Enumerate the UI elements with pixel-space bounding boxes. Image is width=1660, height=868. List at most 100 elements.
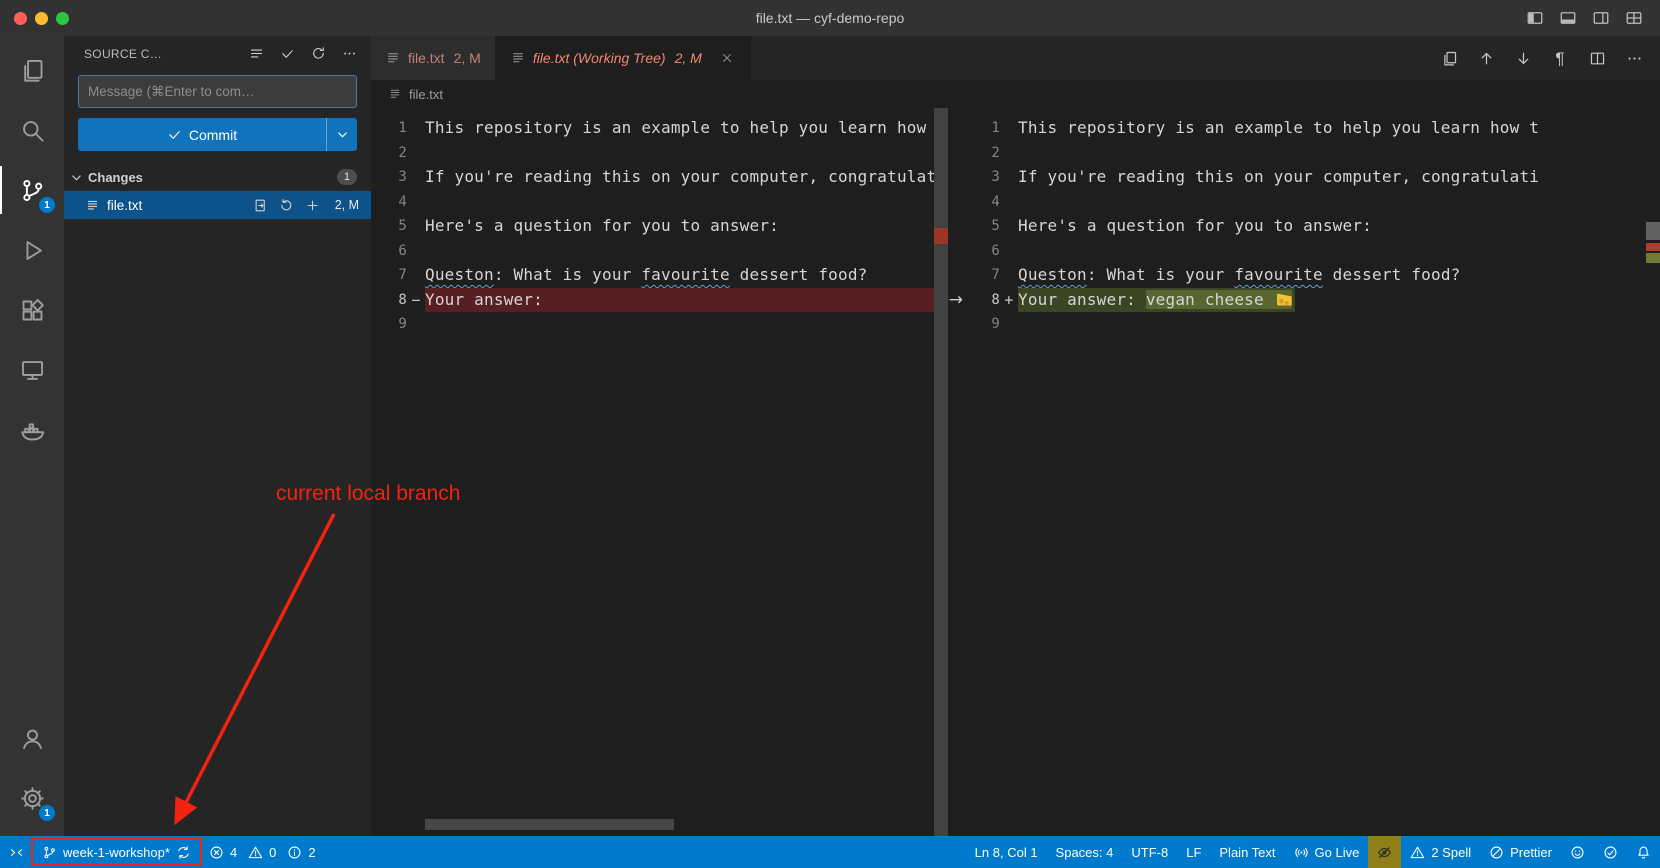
editor-tab[interactable]: file.txt (Working Tree)2, M	[496, 36, 751, 80]
chevron-down-icon	[69, 170, 84, 185]
list-flat-button[interactable]	[246, 44, 266, 64]
commit-message-input[interactable]	[78, 75, 357, 108]
layout-sidebar-right-icon[interactable]	[1589, 6, 1613, 30]
open-file-button[interactable]	[252, 196, 270, 214]
diff-line[interactable]: 5Here's a question for you to answer:	[371, 214, 948, 239]
close-window-button[interactable]	[14, 12, 27, 25]
close-tab-button[interactable]	[718, 49, 736, 67]
diff-gutter: →	[948, 108, 964, 836]
diff-line[interactable]: 4	[964, 190, 1660, 215]
discard-button[interactable]	[278, 196, 296, 214]
commit-dropdown-button[interactable]	[327, 118, 357, 151]
docker-icon	[19, 417, 46, 444]
status-label: week-1-workshop*	[63, 845, 170, 860]
activity-item-remote-explorer[interactable]	[0, 340, 64, 400]
status-cursor-position[interactable]: Ln 8, Col 1	[966, 836, 1047, 868]
problem-count: 4	[230, 845, 237, 860]
diff-line[interactable]: 5Here's a question for you to answer:	[964, 214, 1660, 239]
layout-sidebar-left-icon[interactable]	[1523, 6, 1547, 30]
diff-line[interactable]: 2	[371, 141, 948, 166]
diff-line[interactable]: 3If you're reading this on your computer…	[371, 165, 948, 190]
line-content: This repository is an example to help yo…	[1018, 116, 1660, 141]
status-prettier[interactable]: Prettier	[1480, 836, 1561, 868]
layout-panel-icon[interactable]	[1556, 6, 1580, 30]
diff-line[interactable]: 1This repository is an example to help y…	[371, 116, 948, 141]
breadcrumb[interactable]: file.txt	[371, 80, 1660, 108]
more-button[interactable]	[1624, 48, 1644, 68]
diff-line[interactable]: 7Queston: What is your favourite dessert…	[371, 263, 948, 288]
status-label: Prettier	[1510, 845, 1552, 860]
code-text: : What is your	[1087, 265, 1235, 284]
vscode-window: { "window": { "title": "file.txt — cyf-d…	[0, 0, 1660, 868]
status-feedback[interactable]	[1561, 836, 1594, 868]
commit-button[interactable]: Commit	[78, 118, 357, 151]
activity-item-extensions[interactable]	[0, 280, 64, 340]
status-indentation[interactable]: Spaces: 4	[1047, 836, 1123, 868]
horizontal-scrollbar[interactable]	[425, 819, 674, 830]
split-editor-button[interactable]	[1587, 48, 1607, 68]
code-text: dessert food?	[1323, 265, 1461, 284]
line-number: 4	[964, 190, 1000, 215]
editor-tab[interactable]: file.txt2, M	[371, 36, 496, 80]
activity-item-search[interactable]	[0, 100, 64, 160]
activity-item-source-control[interactable]: 1	[0, 160, 64, 220]
changes-file-list: file.txt2, M	[64, 191, 371, 219]
pilcrow-button[interactable]: ¶	[1550, 48, 1570, 68]
diff-line[interactable]: 8−Your answer:	[371, 288, 948, 313]
status-eol[interactable]: LF	[1177, 836, 1210, 868]
activity-item-settings[interactable]: 1	[0, 768, 64, 828]
diff-line[interactable]: 1This repository is an example to help y…	[964, 116, 1660, 141]
line-content	[425, 312, 948, 337]
diff-line[interactable]: 6	[964, 239, 1660, 264]
status-toggle-excluded-files[interactable]	[1368, 836, 1401, 868]
line-number: 9	[964, 312, 1000, 337]
activity-item-accounts[interactable]	[0, 708, 64, 768]
line-content	[1018, 239, 1660, 264]
diff-line[interactable]: 9	[964, 312, 1660, 337]
line-content	[425, 190, 948, 215]
status-branch[interactable]: week-1-workshop*	[33, 836, 200, 868]
breadcrumb-item[interactable]: file.txt	[409, 87, 443, 102]
chevron-down-icon	[335, 127, 350, 142]
diff-sign	[407, 141, 425, 166]
activity-item-explorer[interactable]	[0, 40, 64, 100]
commit-button-main[interactable]: Commit	[78, 118, 327, 151]
diff-line[interactable]: 6	[371, 239, 948, 264]
diff-line[interactable]: 7Queston: What is your favourite dessert…	[964, 263, 1660, 288]
more-button[interactable]	[339, 44, 359, 64]
activity-item-docker[interactable]	[0, 400, 64, 460]
diff-line[interactable]: 2	[964, 141, 1660, 166]
misspelled-word: favourite	[1234, 265, 1323, 284]
diff-line[interactable]: 3If you're reading this on your computer…	[964, 165, 1660, 190]
status-encoding[interactable]: UTF-8	[1122, 836, 1177, 868]
activity-item-run-debug[interactable]	[0, 220, 64, 280]
diff-line[interactable]: 8+Your answer: vegan cheese	[964, 288, 1660, 313]
changed-file-row[interactable]: file.txt2, M	[64, 191, 371, 219]
previous-change-button[interactable]	[1476, 48, 1496, 68]
diff-line[interactable]: 9	[371, 312, 948, 337]
left-scrollbar[interactable]	[934, 108, 948, 836]
status-label: Go Live	[1315, 845, 1360, 860]
next-change-button[interactable]	[1513, 48, 1533, 68]
status-spell-checker[interactable]: 2 Spell	[1401, 836, 1480, 868]
status-go-live[interactable]: Go Live	[1285, 836, 1369, 868]
status-remote[interactable]	[0, 836, 33, 868]
code-text: vegan cheese	[1146, 290, 1292, 309]
status-problems[interactable]: 402	[200, 836, 330, 868]
status-language-mode[interactable]: Plain Text	[1210, 836, 1284, 868]
chevron-down-icon	[69, 170, 84, 185]
compare-changes-button[interactable]	[1439, 48, 1459, 68]
status-notifications[interactable]	[1627, 836, 1660, 868]
line-number: 5	[964, 214, 1000, 239]
minimize-window-button[interactable]	[35, 12, 48, 25]
layout-grid-icon[interactable]	[1622, 6, 1646, 30]
changes-section-header[interactable]: Changes 1	[64, 163, 371, 191]
right-overview-ruler[interactable]	[1646, 108, 1660, 836]
diff-line[interactable]: 4	[371, 190, 948, 215]
stage-button[interactable]	[304, 196, 322, 214]
tab-label: file.txt (Working Tree)	[533, 50, 666, 66]
commit-check-button[interactable]	[277, 44, 297, 64]
zoom-window-button[interactable]	[56, 12, 69, 25]
refresh-button[interactable]	[308, 44, 328, 64]
status-status-ok[interactable]	[1594, 836, 1627, 868]
